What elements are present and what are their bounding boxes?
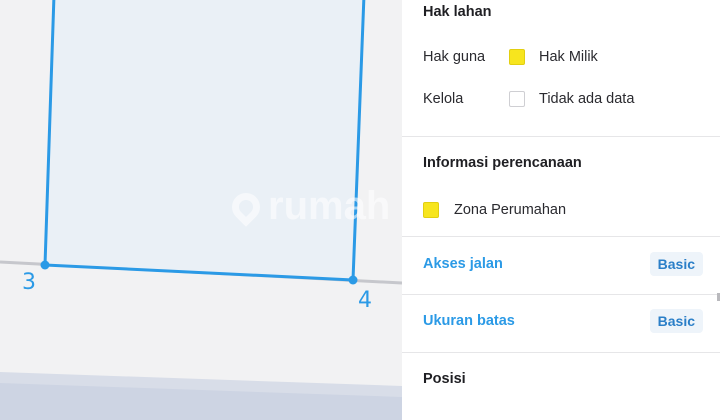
usage-right-label: Hak guna xyxy=(423,49,486,65)
boundary-size-badge: Basic xyxy=(649,309,703,333)
vertex-label-3: 3 xyxy=(22,270,36,295)
parcel-map[interactable] xyxy=(0,0,402,420)
road-access-section[interactable]: Akses jalan Basic xyxy=(402,237,720,295)
parcel-polygon[interactable] xyxy=(43,0,366,282)
zone-value: Zona Perumahan xyxy=(454,202,567,218)
vertex-label-4: 4 xyxy=(358,288,372,313)
land-rights-title: Hak lahan xyxy=(423,4,492,20)
management-value: Tidak ada data xyxy=(539,91,635,107)
yellow-swatch-icon xyxy=(509,49,525,65)
zone-swatch-icon xyxy=(423,202,439,218)
road-access-title[interactable]: Akses jalan xyxy=(423,256,503,272)
row-zone: Zona Perumahan xyxy=(423,202,566,218)
vertex-3[interactable] xyxy=(40,260,50,270)
usage-right-value: Hak Milik xyxy=(539,49,598,65)
road-access-badge: Basic xyxy=(649,252,703,276)
position-title: Posisi xyxy=(423,371,466,387)
boundary-size-title[interactable]: Ukuran batas xyxy=(423,313,515,329)
management-label: Kelola xyxy=(423,91,464,107)
planning-section: Informasi perencanaan Zona Perumahan xyxy=(402,137,720,237)
row-management: Kelola Tidak ada data xyxy=(423,91,634,107)
planning-title: Informasi perencanaan xyxy=(423,155,582,171)
details-panel[interactable]: Hak lahan Hak guna Hak Milik Kelola Tida… xyxy=(402,0,720,420)
map-view[interactable]: 3 4 rumah xyxy=(0,0,402,420)
position-section: Posisi xyxy=(402,353,720,420)
land-rights-section: Hak lahan Hak guna Hak Milik Kelola Tida… xyxy=(402,0,720,137)
empty-swatch-icon xyxy=(509,91,525,107)
row-usage-right: Hak guna Hak Milik xyxy=(423,49,598,65)
vertex-4[interactable] xyxy=(348,275,358,285)
boundary-size-section[interactable]: Ukuran batas Basic xyxy=(402,295,720,353)
